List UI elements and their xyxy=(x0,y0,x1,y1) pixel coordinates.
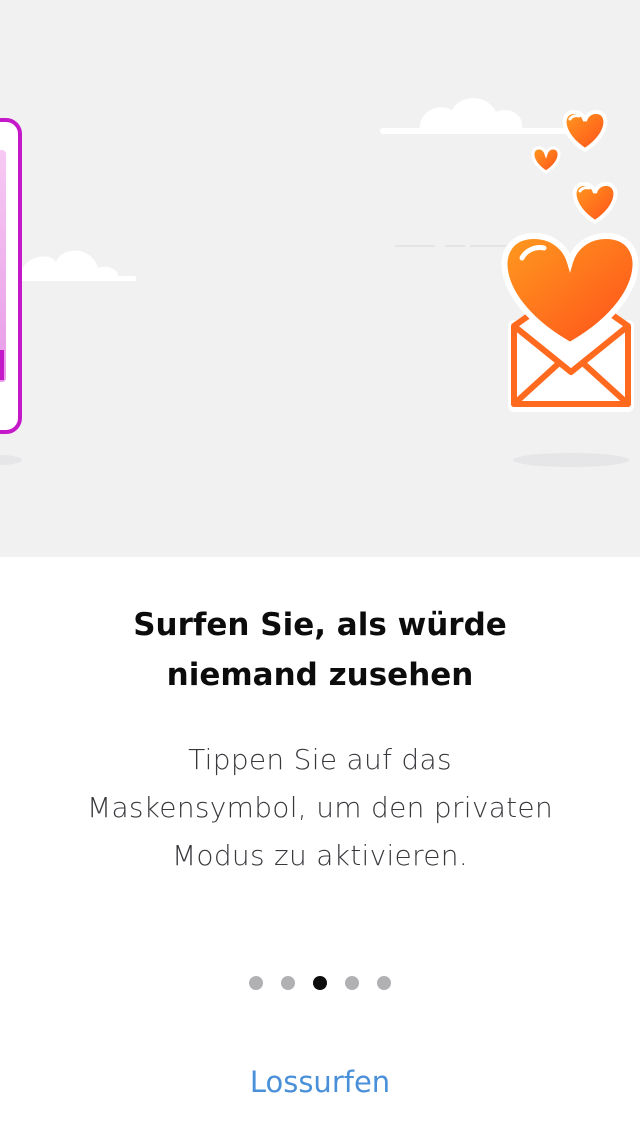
heart-icon-small-3 xyxy=(572,181,618,225)
heart-icon-small-1 xyxy=(562,109,608,153)
page-dot-1[interactable] xyxy=(249,976,263,990)
cloud-icon-right xyxy=(380,98,580,134)
title-line-2: niemand zusehen xyxy=(166,657,474,693)
envelope-shadow xyxy=(513,453,629,467)
page-dot-4[interactable] xyxy=(345,976,359,990)
phone-shadow xyxy=(0,455,22,465)
page-dot-2[interactable] xyxy=(281,976,295,990)
onboarding-screen: Surfen Sie, als würde niemand zusehen Ti… xyxy=(0,0,640,1136)
description-line-1: Tippen Sie auf das xyxy=(188,743,452,776)
description-line-2: Maskensymbol, um den privaten xyxy=(86,791,554,824)
page-indicator xyxy=(0,976,640,992)
start-browsing-button[interactable]: Lossurfen xyxy=(200,1055,440,1109)
onboarding-description: Tippen Sie auf das Maskensymbol, um den … xyxy=(70,736,570,880)
onboarding-illustration xyxy=(0,0,640,557)
cloud-icon-left xyxy=(20,250,136,281)
title-line-1: Surfen Sie, als würde xyxy=(133,607,507,643)
phone-frame-icon xyxy=(0,118,22,434)
heart-icon-small-2 xyxy=(531,146,561,174)
onboarding-title: Surfen Sie, als würde niemand zusehen xyxy=(60,600,580,700)
page-dot-5[interactable] xyxy=(377,976,391,990)
illustration-canvas xyxy=(0,98,639,467)
description-line-3: Modus zu aktivieren. xyxy=(171,839,469,872)
page-dot-3-active[interactable] xyxy=(313,976,327,990)
